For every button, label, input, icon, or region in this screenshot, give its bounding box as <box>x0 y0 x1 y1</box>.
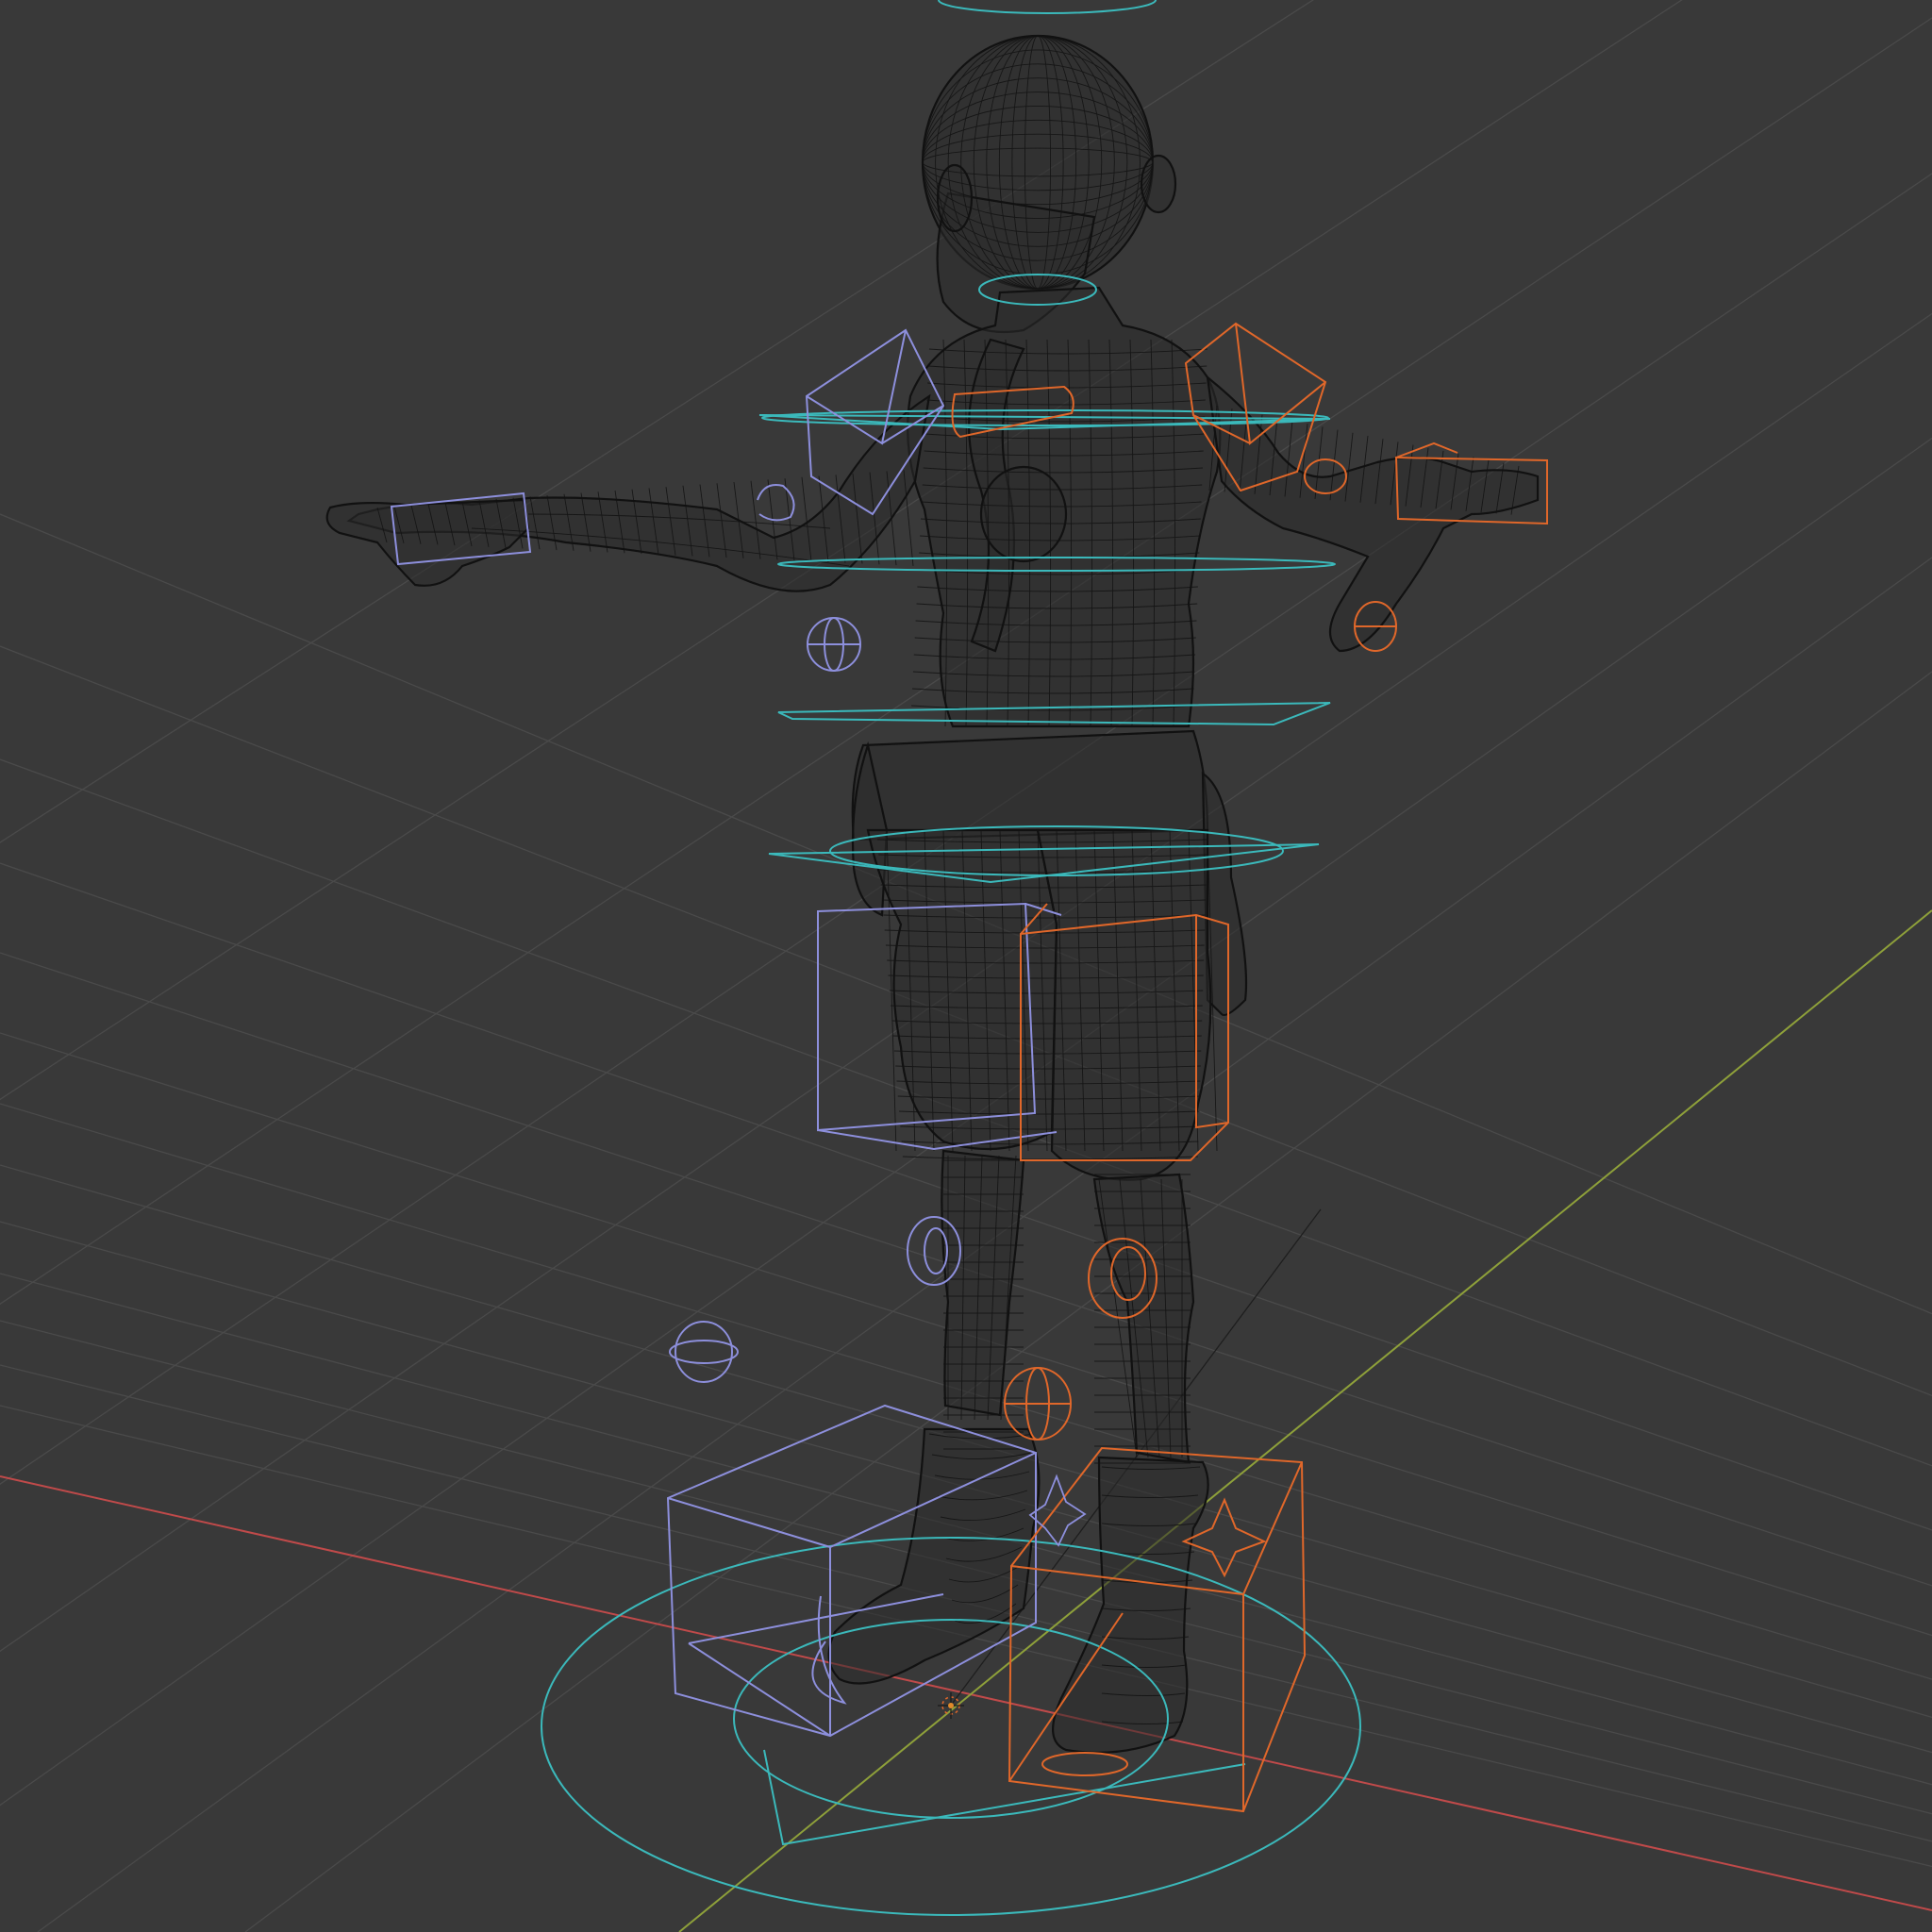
origin-dot-icon <box>948 1703 954 1708</box>
leg-pole-left-ring <box>669 1340 739 1364</box>
ear-left-mesh[interactable] <box>936 163 974 233</box>
elbow-pole-left-control[interactable] <box>757 484 795 522</box>
3d-viewport[interactable] <box>0 0 1932 1932</box>
belt-mesh[interactable] <box>851 729 1209 841</box>
character-wireframe-mesh[interactable] <box>325 34 1540 1754</box>
heel-right-control[interactable] <box>1041 1752 1128 1776</box>
leg-left-mesh[interactable] <box>941 1149 1025 1417</box>
boot-right-mesh[interactable] <box>1052 1456 1209 1754</box>
leg-pole-left-control[interactable] <box>675 1321 733 1383</box>
chest-pouch-mesh[interactable] <box>979 465 1068 563</box>
left-hand-mesh[interactable] <box>325 498 530 587</box>
boot-left-mesh[interactable] <box>827 1427 1041 1685</box>
head-top-control[interactable] <box>938 0 1157 14</box>
root-direction-control[interactable] <box>763 1749 1246 1846</box>
viewport-scene[interactable] <box>0 0 1932 1932</box>
y-axis-line <box>678 909 1932 1932</box>
shorts-right-mesh[interactable] <box>1036 828 1212 1181</box>
ear-right-mesh[interactable] <box>1140 154 1177 214</box>
